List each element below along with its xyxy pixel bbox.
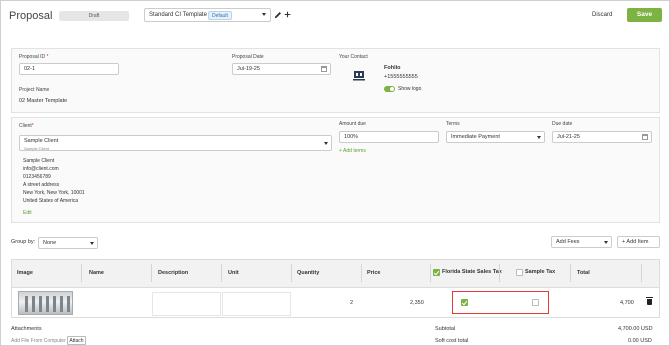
proposal-id-label: Proposal ID * xyxy=(19,54,49,60)
soft-cost-value: 0.00 USD xyxy=(628,338,652,344)
client-address: Sample Client info@client.com 0123456789… xyxy=(23,157,85,205)
terms-select[interactable]: Immediate Payment xyxy=(446,131,545,143)
soft-cost-label: Soft cost total xyxy=(435,338,469,344)
attach-button[interactable]: Attach xyxy=(67,336,86,345)
column-divider[interactable] xyxy=(361,264,362,282)
company-logo-icon xyxy=(353,71,365,81)
column-divider[interactable] xyxy=(291,264,292,282)
your-contact-label: Your Contact xyxy=(339,54,368,60)
client-select[interactable]: Sample Client Sample Client xyxy=(19,135,332,151)
project-name-label: Project Name xyxy=(19,87,50,93)
proposal-date-value: Jul-19-25 xyxy=(237,66,260,72)
client-address-street: A street address xyxy=(23,182,60,188)
save-button[interactable]: Save xyxy=(627,8,662,22)
due-date-label: Due date xyxy=(552,121,573,127)
quantity-value[interactable]: 2 xyxy=(350,300,353,306)
client-address-country: United States of America xyxy=(23,198,79,204)
add-item-button[interactable]: + Add Item xyxy=(617,236,660,248)
calendar-icon xyxy=(642,134,648,140)
description-cell[interactable] xyxy=(152,292,221,316)
contact-phone: +1555555555 xyxy=(384,74,418,80)
proposal-id-input[interactable]: 02-1 xyxy=(19,63,119,75)
edit-client-link[interactable]: Edit xyxy=(23,210,32,216)
col-price: Price xyxy=(367,270,381,276)
sample-tax-header-checkbox[interactable] xyxy=(516,269,523,276)
terms-select-value: Immediate Payment xyxy=(451,134,500,140)
client-address-email: info@client.com xyxy=(23,166,59,172)
template-select-label: Standard CI Template xyxy=(149,12,207,18)
col-image: Image xyxy=(17,270,33,276)
app-window: Proposal Draft Standard CI Template Defa… xyxy=(0,0,670,346)
chevron-down-icon xyxy=(90,242,94,245)
show-logo-toggle[interactable] xyxy=(384,86,395,92)
discard-button[interactable]: Discard xyxy=(592,12,612,18)
trash-icon[interactable] xyxy=(646,297,653,305)
add-terms-link[interactable]: + Add terms xyxy=(339,148,366,154)
subtotal-value: 4,700.00 USD xyxy=(618,326,653,332)
amount-due-label: Amount due xyxy=(339,121,366,127)
pencil-icon[interactable] xyxy=(273,10,282,19)
col-sample-tax: Sample Tax xyxy=(525,269,556,275)
column-divider[interactable] xyxy=(151,264,152,282)
column-divider[interactable] xyxy=(499,264,500,282)
attachments-label: Attachments xyxy=(11,326,42,332)
table-header xyxy=(11,259,660,288)
tax-highlight-box xyxy=(452,291,549,314)
column-divider[interactable] xyxy=(570,264,571,282)
client-label: Client* xyxy=(19,123,34,129)
column-divider[interactable] xyxy=(430,264,431,282)
plus-icon[interactable] xyxy=(283,10,292,19)
contact-name: Fohlio xyxy=(384,65,401,71)
amount-due-input[interactable]: 100% xyxy=(339,131,439,143)
client-select-sub: Sample Client xyxy=(24,146,49,151)
col-description: Description xyxy=(158,270,189,276)
col-name: Name xyxy=(89,270,104,276)
subtotal-label: Subtotal xyxy=(435,326,456,332)
col-total: Total xyxy=(577,270,590,276)
page-title: Proposal xyxy=(9,10,53,22)
group-by-value: None xyxy=(43,240,57,246)
terms-label: Terms xyxy=(446,121,460,127)
due-date-value: Jul-21-25 xyxy=(557,134,580,140)
chevron-down-icon xyxy=(324,142,328,145)
col-quantity: Quantity xyxy=(297,270,320,276)
proposal-info-panel xyxy=(11,48,660,113)
chevron-down-icon xyxy=(537,136,541,139)
product-image[interactable] xyxy=(18,291,73,315)
group-by-label: Group by: xyxy=(11,239,36,245)
chevron-down-icon xyxy=(604,241,608,244)
add-fees-label: Add Fees xyxy=(556,239,580,245)
column-divider[interactable] xyxy=(221,264,222,282)
proposal-date-label: Proposal Date xyxy=(232,54,264,60)
column-divider[interactable] xyxy=(641,264,642,282)
project-name-value: 02 Master Template xyxy=(19,98,68,104)
table-row xyxy=(11,288,660,318)
client-address-city: New York, New York, 10001 xyxy=(23,190,85,196)
due-date-input[interactable]: Jul-21-25 xyxy=(552,131,652,143)
add-fees-button[interactable]: Add Fees xyxy=(551,236,612,248)
column-divider[interactable] xyxy=(81,264,82,282)
price-value[interactable]: 2,350 xyxy=(410,300,424,306)
add-file-label: Add File From Computer xyxy=(11,338,66,344)
col-florida-tax: Florida State Sales Tax xyxy=(442,269,502,275)
unit-cell[interactable] xyxy=(222,292,291,316)
status-badge: Draft xyxy=(59,11,129,21)
col-unit: Unit xyxy=(228,270,239,276)
default-badge: Default xyxy=(208,11,232,20)
florida-tax-header-checkbox[interactable] xyxy=(433,269,440,276)
proposal-date-input[interactable]: Jul-19-25 xyxy=(232,63,331,75)
group-by-select[interactable]: None xyxy=(38,237,98,249)
client-select-value: Sample Client xyxy=(24,138,59,144)
template-select[interactable]: Standard CI Template Default xyxy=(144,8,271,22)
client-address-name: Sample Client xyxy=(23,158,55,164)
calendar-icon xyxy=(321,66,327,72)
client-address-phone: 0123456789 xyxy=(23,174,51,180)
show-logo-label: Show logo xyxy=(398,86,422,92)
chevron-down-icon xyxy=(262,13,266,16)
total-value: 4,700 xyxy=(620,300,634,306)
header-bar: Proposal Draft Standard CI Template Defa… xyxy=(1,1,670,31)
